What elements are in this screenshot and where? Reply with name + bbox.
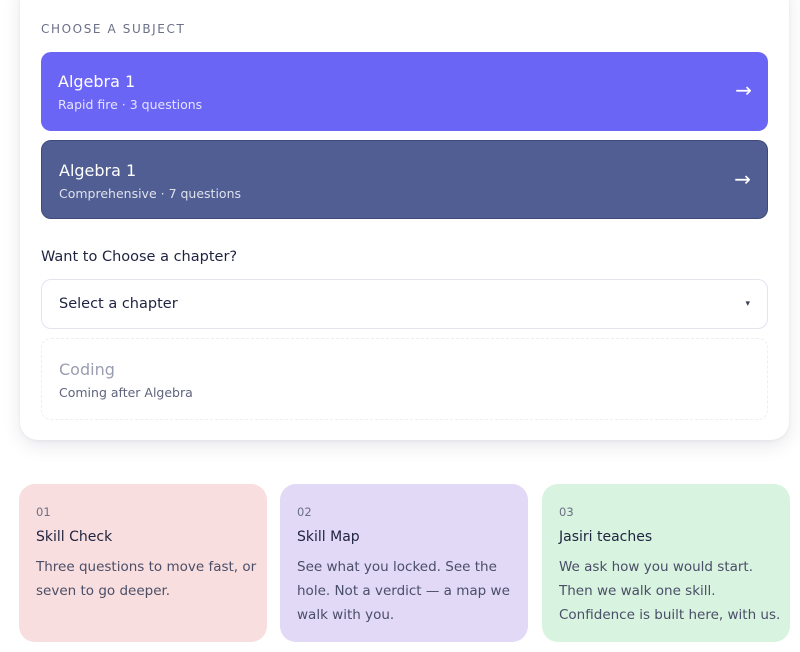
subject-option-rapid-fire[interactable]: Algebra 1 Rapid fire · 3 questions → [41,52,768,131]
step-card-skill-map: 02 Skill Map See what you locked. See th… [280,484,528,642]
step-description: Three questions to move fast, or seven t… [36,559,257,599]
subject-option-title: Algebra 1 [59,161,137,180]
subject-option-subtitle: Rapid fire · 3 questions [58,97,203,112]
subject-option-coding-disabled: Coding Coming after Algebra [41,338,768,420]
step-number: 03 [559,505,574,519]
chapter-select[interactable]: Select a chapter ▾ [41,279,768,329]
chapter-prompt: Want to Choose a chapter? [41,249,238,265]
subject-option-comprehensive[interactable]: Algebra 1 Comprehensive · 7 questions → [41,140,768,219]
step-card-skill-check: 01 Skill Check Three questions to move f… [19,484,267,642]
step-title: Skill Map [297,529,360,545]
step-number: 02 [297,505,312,519]
arrow-right-icon: → [735,78,752,102]
subject-option-title: Algebra 1 [58,72,136,91]
subject-option-subtitle: Comprehensive · 7 questions [59,186,242,201]
caret-down-icon: ▾ [745,299,750,309]
step-title: Jasiri teaches [559,529,653,545]
coming-soon-title: Coding [59,360,115,379]
coming-soon-subtitle: Coming after Algebra [59,385,193,400]
section-label: CHOOSE A SUBJECT [41,22,186,36]
arrow-right-icon: → [734,167,751,191]
step-title: Skill Check [36,529,113,545]
step-card-jasiri-teaches: 03 Jasiri teaches We ask how you would s… [542,484,790,642]
step-description: See what you locked. See the hole. Not a… [297,559,510,623]
chapter-select-value: Select a chapter [59,296,178,312]
step-description: We ask how you would start. Then we walk… [559,559,781,623]
step-number: 01 [36,505,51,519]
